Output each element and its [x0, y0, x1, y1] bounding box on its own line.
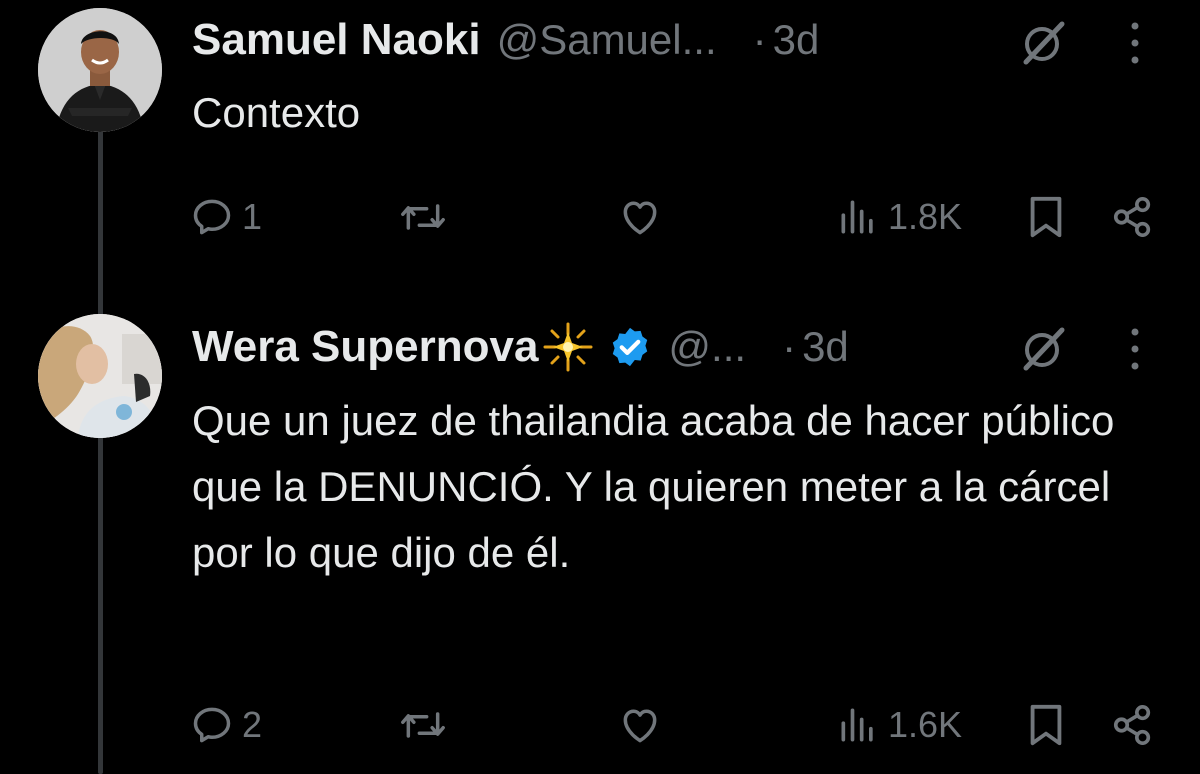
author-name[interactable]: Samuel Naoki	[192, 15, 481, 65]
tweet-header: Wera Supernova @... · 3d	[192, 317, 849, 377]
grok-icon[interactable]	[1018, 18, 1068, 68]
like-icon	[623, 201, 657, 235]
share-button[interactable]	[1110, 700, 1156, 750]
more-icon[interactable]	[1128, 20, 1142, 66]
author-name[interactable]: Wera Supernova	[192, 322, 538, 372]
bookmark-icon	[1030, 704, 1062, 746]
reply-count: 2	[242, 704, 263, 745]
timestamp[interactable]: 3d	[773, 16, 820, 64]
views-count: 1.6K	[888, 704, 963, 745]
author-handle[interactable]: @Samuel...	[497, 16, 717, 64]
views-icon	[841, 708, 873, 742]
reply-count: 1	[242, 196, 263, 237]
bookmark-icon	[1030, 196, 1062, 238]
separator-dot: ·	[782, 323, 797, 370]
like-button[interactable]	[618, 192, 670, 242]
views-button[interactable]: 1.8K	[836, 192, 962, 242]
tweet-actions: 2 1.6K	[0, 700, 1200, 750]
retweet-button[interactable]	[398, 192, 456, 242]
bookmark-button[interactable]	[1026, 700, 1066, 750]
views-count: 1.8K	[888, 196, 963, 237]
tweet-actions: 1 1.8K	[0, 192, 1200, 242]
views-icon	[841, 200, 873, 234]
tweet-text: Que un juez de thailandia acaba de hacer…	[192, 397, 1115, 576]
more-icon[interactable]	[1128, 326, 1142, 372]
reply-icon	[193, 707, 231, 743]
retweet-icon	[401, 712, 445, 738]
tweet[interactable]: Wera Supernova @... · 3d Que un juez de …	[0, 300, 1200, 774]
like-icon	[623, 709, 657, 743]
avatar[interactable]	[38, 8, 162, 132]
reply-button[interactable]: 2	[190, 700, 262, 750]
share-icon	[1113, 196, 1151, 238]
share-icon	[1113, 704, 1151, 746]
timestamp[interactable]: 3d	[802, 323, 849, 371]
reply-button[interactable]: 1	[190, 192, 262, 242]
verified-badge-icon[interactable]	[608, 325, 652, 369]
retweet-icon	[401, 204, 445, 230]
retweet-button[interactable]	[398, 700, 456, 750]
like-button[interactable]	[618, 700, 670, 750]
views-button[interactable]: 1.6K	[836, 700, 962, 750]
reply-icon	[193, 199, 231, 235]
share-button[interactable]	[1110, 192, 1156, 242]
tweet[interactable]: Samuel Naoki @Samuel... · 3d Contexto 1	[0, 0, 1200, 300]
tweet-text: Contexto	[192, 89, 361, 136]
author-handle[interactable]: @...	[668, 323, 746, 371]
sparkle-emoji-icon	[542, 321, 594, 373]
separator-dot: ·	[752, 16, 767, 63]
tweet-header: Samuel Naoki @Samuel... · 3d	[192, 10, 819, 70]
grok-icon[interactable]	[1018, 324, 1068, 374]
bookmark-button[interactable]	[1026, 192, 1066, 242]
avatar[interactable]	[38, 314, 162, 438]
